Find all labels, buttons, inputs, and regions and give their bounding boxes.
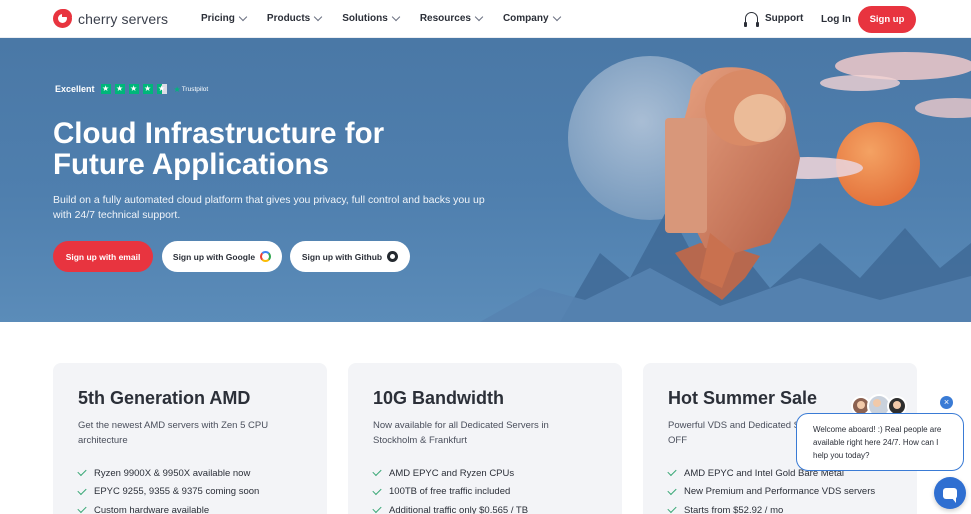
google-icon	[260, 251, 272, 262]
menu-label: Pricing	[201, 13, 235, 24]
brand-logo[interactable]: cherry servers	[53, 9, 168, 28]
trustpilot-logo: ★ Trustpilot	[174, 85, 209, 94]
list-item: Ryzen 9900X & 9950X available now	[77, 464, 259, 483]
half-star-icon: ★	[156, 84, 167, 94]
support-label: Support	[765, 12, 804, 24]
card-description: Get the newest AMD servers with Zen 5 CP…	[78, 420, 269, 446]
feature-text: Additional traffic only $0.565 / TB	[389, 504, 529, 514]
feature-text: New Premium and Performance VDS servers	[684, 486, 876, 498]
hero-title-line: Future Applications	[53, 148, 329, 181]
list-item: Starts from $52.92 / mo	[667, 501, 875, 514]
star-icon: ★	[100, 84, 111, 94]
list-item: Additional traffic only $0.565 / TB	[372, 501, 529, 514]
card-description: Now available for all Dedicated Servers …	[373, 420, 549, 446]
button-label: Sign up with email	[65, 251, 141, 262]
card-title: 10G Bandwidth	[373, 388, 505, 408]
github-icon	[387, 251, 399, 262]
button-label: Sign up with Google	[172, 251, 256, 262]
signup-github-button[interactable]: Sign up with Github	[290, 241, 410, 272]
list-item: EPYC 9255, 9355 & 9375 coming soon	[77, 483, 260, 502]
trustpilot-star-icon: ★	[173, 84, 181, 94]
feature-text: Starts from $52.92 / mo	[684, 504, 784, 514]
astronaut-backpack	[665, 118, 707, 233]
check-icon	[667, 467, 677, 477]
star-icon: ★	[128, 84, 139, 94]
top-navigation: cherry servers Pricing Products Solution…	[0, 0, 971, 38]
check-icon	[77, 467, 87, 477]
button-label: Sign up with Github	[301, 251, 383, 262]
hero-section: Excellent ★ ★ ★ ★ ★ ★ Trustpilot Cloud In…	[0, 38, 971, 322]
menu-label: Company	[502, 13, 549, 24]
list-item: Custom hardware available	[77, 501, 259, 514]
feature-text: 100TB of free traffic included	[389, 486, 511, 498]
feature-card[interactable]: 5th Generation AMD Get the newest AMD se…	[53, 363, 327, 514]
chevron-down-icon	[474, 12, 484, 22]
card-feature-list: AMD EPYC and Ryzen CPUs 100TB of free tr…	[372, 464, 529, 514]
card-feature-list: Ryzen 9900X & 9950X available now EPYC 9…	[77, 464, 260, 514]
hero-title-line: Cloud Infrastructure for	[53, 117, 385, 150]
signup-button[interactable]: Sign up	[858, 6, 916, 33]
list-item: AMD EPYC and Ryzen CPUs	[372, 464, 528, 483]
chat-welcome-message[interactable]: Welcome aboard! :) Real people are avail…	[796, 413, 964, 471]
check-icon	[372, 467, 382, 477]
menu-label: Solutions	[342, 13, 388, 24]
feature-text: AMD EPYC and Ryzen CPUs	[389, 467, 515, 479]
feature-text: Custom hardware available	[94, 504, 210, 514]
list-item: New Premium and Performance VDS servers	[667, 483, 876, 502]
rating-word: Excellent	[55, 84, 95, 94]
cloud-shape	[915, 98, 971, 118]
login-link[interactable]: Log In	[821, 14, 851, 25]
star-icon: ★	[142, 84, 153, 94]
check-icon	[77, 504, 87, 514]
chevron-down-icon	[314, 12, 323, 22]
feature-card[interactable]: 10G Bandwidth Now available for all Dedi…	[348, 363, 622, 514]
check-icon	[667, 504, 677, 514]
check-icon	[372, 504, 382, 514]
check-icon	[77, 485, 87, 495]
menu-label: Resources	[419, 13, 471, 24]
card-feature-list: AMD EPYC and Intel Gold Bare Metal New P…	[667, 464, 876, 514]
card-title: 5th Generation AMD	[78, 388, 251, 408]
cherry-logo-icon	[53, 9, 72, 28]
headset-icon	[744, 12, 759, 27]
trustpilot-rating[interactable]: Excellent ★ ★ ★ ★ ★ ★ Trustpilot	[55, 84, 208, 94]
menu-label: Products	[266, 13, 311, 24]
chevron-down-icon	[238, 12, 248, 22]
chat-close-icon[interactable]: ×	[940, 396, 953, 409]
chat-bubble-icon	[943, 487, 957, 503]
hero-subtitle: Build on a fully automated cloud platfor…	[53, 194, 485, 221]
card-title: Hot Summer Sale	[668, 388, 818, 408]
star-icon: ★	[114, 84, 125, 94]
feature-text: Ryzen 9900X & 9950X available now	[94, 467, 251, 479]
chevron-down-icon	[391, 12, 401, 22]
signup-email-button[interactable]: Sign up with email	[53, 241, 153, 272]
trustpilot-label: Trustpilot	[181, 85, 209, 93]
feature-text: EPYC 9255, 9355 & 9375 coming soon	[94, 486, 260, 498]
menu-item-company[interactable]: Company	[502, 12, 561, 24]
signup-google-button[interactable]: Sign up with Google	[162, 241, 282, 272]
menu-item-resources[interactable]: Resources	[419, 12, 484, 24]
chat-launcher-button[interactable]	[934, 477, 966, 509]
hero-title: Cloud Infrastructure for Future Applicat…	[53, 118, 473, 180]
menu-item-products[interactable]: Products	[266, 12, 323, 24]
list-item: 100TB of free traffic included	[372, 483, 528, 502]
cloud-shape	[820, 75, 900, 91]
check-icon	[372, 485, 382, 495]
logo-text: cherry servers	[78, 10, 169, 27]
menu-item-solutions[interactable]: Solutions	[342, 12, 401, 24]
chevron-down-icon	[552, 12, 561, 22]
main-menu: Pricing Products Solutions Resources Com…	[201, 12, 581, 24]
check-icon	[667, 485, 677, 495]
support-link[interactable]: Support	[744, 12, 804, 27]
menu-item-pricing[interactable]: Pricing	[201, 12, 248, 24]
helmet-visor	[734, 94, 786, 142]
